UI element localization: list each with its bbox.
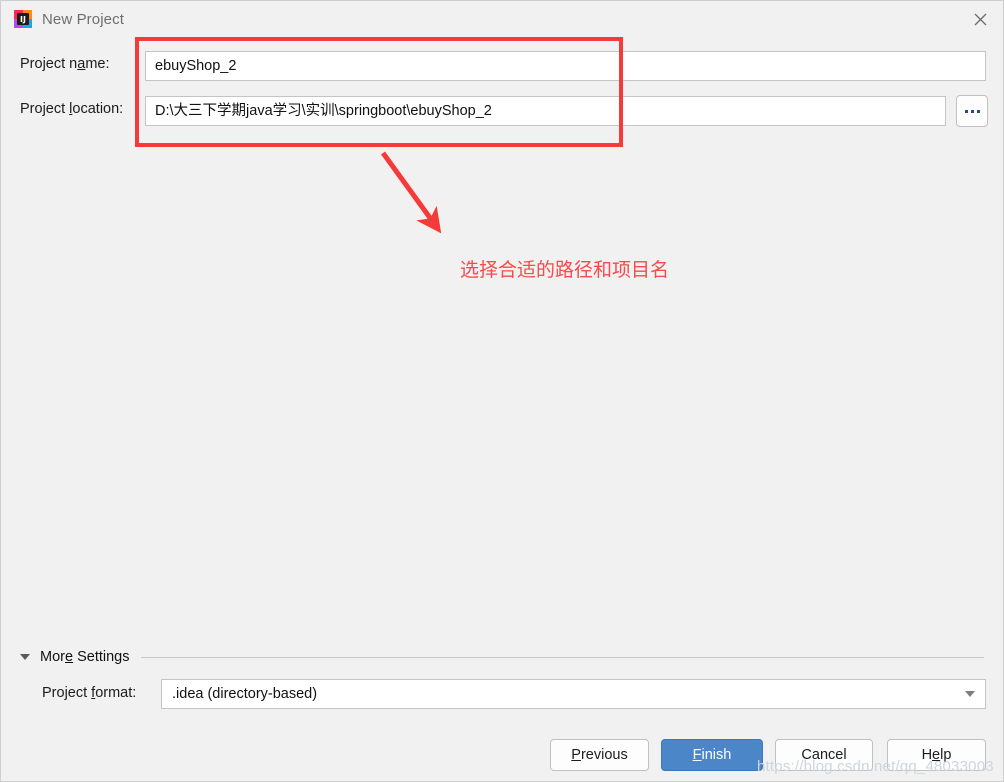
more-settings-label: More Settings [40,649,129,665]
svg-text:IJ: IJ [20,15,26,24]
chevron-down-icon [20,654,30,660]
ellipsis-icon [964,109,980,113]
cancel-button-prefix: Cancel [801,747,847,763]
help-button-prefix: H [921,747,933,763]
previous-button[interactable]: Previous [550,739,649,771]
project-location-input[interactable]: D:\大三下学期java学习\实训\springboot\ebuyShop_2 [145,96,946,126]
finish-button[interactable]: Finish [661,739,763,771]
project-format-dropdown[interactable]: .idea (directory-based) [161,679,986,709]
project-location-label: Project location: [20,101,123,117]
project-name-label-suffix: me: [85,56,110,72]
help-button-suffix: lp [940,747,952,763]
section-divider [141,656,984,658]
annotation-arrow-icon [371,144,466,239]
more-settings-label-suffix: Settings [73,649,130,665]
more-settings-section-header[interactable]: More Settings [20,649,986,665]
project-format-label: Project format: [42,685,136,701]
intellij-idea-icon: IJ [14,10,32,28]
project-name-label: Project name: [20,56,109,72]
help-button[interactable]: He lp [887,739,986,771]
project-location-label-suffix: ocation: [72,101,124,117]
new-project-dialog: IJ New Project Project name: ebuyShop_2 … [0,0,1004,782]
browse-folder-button[interactable] [956,95,988,127]
project-name-label-prefix: Project n [20,56,78,72]
project-format-selected-value: .idea (directory-based) [172,686,318,702]
project-name-input[interactable]: ebuyShop_2 [145,51,986,81]
finish-button-suffix: inish [701,747,732,763]
annotation-caption: 选择合适的路径和项目名 [460,259,670,281]
project-location-label-prefix: Project [20,101,70,117]
project-format-label-prefix: Project [42,685,92,701]
previous-button-suffix: revious [580,747,628,763]
project-format-label-suffix: ormat: [95,685,137,701]
more-settings-label-prefix: Mor [40,649,65,665]
help-button-mnemonic: e [932,747,941,763]
close-icon[interactable] [957,1,1003,37]
finish-button-mnemonic: F [692,747,702,763]
previous-button-mnemonic: P [571,747,581,763]
chevron-down-icon [965,691,975,697]
cancel-button[interactable]: Cancel [775,739,873,771]
title-bar: IJ New Project [1,1,1003,37]
more-settings-label-mnemonic: e [64,649,74,665]
window-title: New Project [42,10,124,28]
